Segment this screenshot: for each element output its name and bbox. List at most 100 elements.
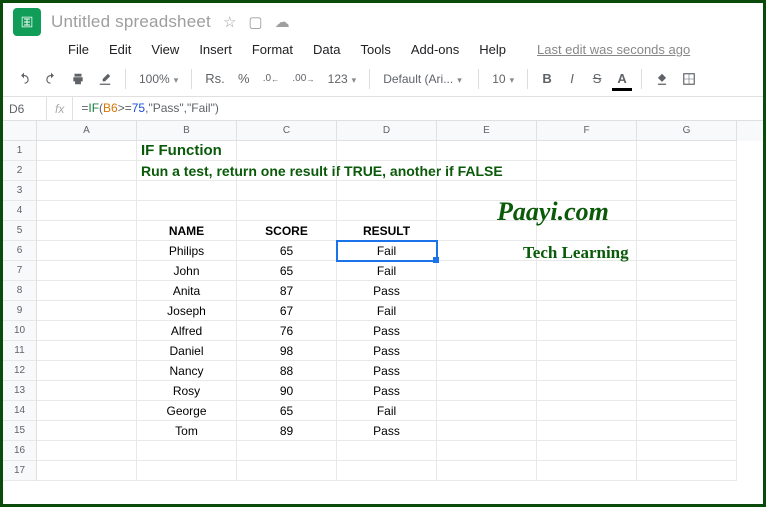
cell-C10[interactable]: 76 xyxy=(237,321,337,341)
cell-F11[interactable] xyxy=(537,341,637,361)
cell-G7[interactable] xyxy=(637,261,737,281)
cell-B12[interactable]: Nancy xyxy=(137,361,237,381)
cell-B6[interactable]: Philips xyxy=(137,241,237,261)
cell-A4[interactable] xyxy=(37,201,137,221)
cell-A2[interactable] xyxy=(37,161,137,181)
cell-G14[interactable] xyxy=(637,401,737,421)
formula-input[interactable]: =IF(B6>=75,"Pass","Fail") xyxy=(73,101,227,116)
cell-E1[interactable] xyxy=(437,141,537,161)
row-header[interactable]: 5 xyxy=(3,221,36,241)
cell-C12[interactable]: 88 xyxy=(237,361,337,381)
row-header[interactable]: 6 xyxy=(3,241,36,261)
row-header[interactable]: 14 xyxy=(3,401,36,421)
font-size-dropdown[interactable]: 10 xyxy=(488,70,518,88)
cell-E2[interactable] xyxy=(437,161,537,181)
cell-A10[interactable] xyxy=(37,321,137,341)
menu-help[interactable]: Help xyxy=(470,40,515,59)
cell-A8[interactable] xyxy=(37,281,137,301)
cell-D4[interactable] xyxy=(337,201,437,221)
cell-C2[interactable] xyxy=(237,161,337,181)
currency-button[interactable]: Rs. xyxy=(201,68,229,89)
cell-D11[interactable]: Pass xyxy=(337,341,437,361)
cell-E6[interactable] xyxy=(437,241,537,261)
row-header[interactable]: 13 xyxy=(3,381,36,401)
row-header[interactable]: 16 xyxy=(3,441,36,461)
cell-G1[interactable] xyxy=(637,141,737,161)
row-header[interactable]: 2 xyxy=(3,161,36,181)
cell-G17[interactable] xyxy=(637,461,737,481)
text-color-button[interactable]: A xyxy=(612,68,632,89)
cell-D13[interactable]: Pass xyxy=(337,381,437,401)
zoom-dropdown[interactable]: 100% xyxy=(135,70,182,88)
cell-D16[interactable] xyxy=(337,441,437,461)
row-header[interactable]: 11 xyxy=(3,341,36,361)
strikethrough-button[interactable]: S xyxy=(587,68,607,89)
col-header[interactable]: C xyxy=(237,121,337,141)
cell-B11[interactable]: Daniel xyxy=(137,341,237,361)
cells-area[interactable]: IF FunctionRun a test, return one result… xyxy=(37,141,763,481)
cell-D7[interactable]: Fail xyxy=(337,261,437,281)
percent-button[interactable]: % xyxy=(234,68,254,89)
cell-B17[interactable] xyxy=(137,461,237,481)
menu-addons[interactable]: Add-ons xyxy=(402,40,468,59)
cell-B16[interactable] xyxy=(137,441,237,461)
cell-F13[interactable] xyxy=(537,381,637,401)
cell-D10[interactable]: Pass xyxy=(337,321,437,341)
decrease-decimal-button[interactable]: .0← xyxy=(259,70,284,87)
cell-E15[interactable] xyxy=(437,421,537,441)
cell-C5[interactable]: SCORE xyxy=(237,221,337,241)
cell-C4[interactable] xyxy=(237,201,337,221)
cell-G4[interactable] xyxy=(637,201,737,221)
cell-D1[interactable] xyxy=(337,141,437,161)
cell-G12[interactable] xyxy=(637,361,737,381)
cell-F2[interactable] xyxy=(537,161,637,181)
menu-data[interactable]: Data xyxy=(304,40,349,59)
cell-F7[interactable] xyxy=(537,261,637,281)
row-header[interactable]: 8 xyxy=(3,281,36,301)
col-header[interactable]: E xyxy=(437,121,537,141)
increase-decimal-button[interactable]: .00→ xyxy=(288,70,318,87)
menu-file[interactable]: File xyxy=(59,40,98,59)
cell-D3[interactable] xyxy=(337,181,437,201)
cell-E12[interactable] xyxy=(437,361,537,381)
cell-F10[interactable] xyxy=(537,321,637,341)
cell-A15[interactable] xyxy=(37,421,137,441)
cell-A7[interactable] xyxy=(37,261,137,281)
cell-C7[interactable]: 65 xyxy=(237,261,337,281)
cell-E16[interactable] xyxy=(437,441,537,461)
col-header[interactable]: D xyxy=(337,121,437,141)
print-button[interactable] xyxy=(67,69,89,89)
row-header[interactable]: 9 xyxy=(3,301,36,321)
row-header[interactable]: 17 xyxy=(3,461,36,481)
cell-A14[interactable] xyxy=(37,401,137,421)
cell-B1[interactable]: IF Function xyxy=(137,141,237,161)
row-header[interactable]: 3 xyxy=(3,181,36,201)
cell-A11[interactable] xyxy=(37,341,137,361)
cell-C17[interactable] xyxy=(237,461,337,481)
cell-B10[interactable]: Alfred xyxy=(137,321,237,341)
font-dropdown[interactable]: Default (Ari... xyxy=(379,70,469,88)
cell-G6[interactable] xyxy=(637,241,737,261)
cell-D17[interactable] xyxy=(337,461,437,481)
cell-F17[interactable] xyxy=(537,461,637,481)
italic-button[interactable]: I xyxy=(562,68,582,89)
cell-E9[interactable] xyxy=(437,301,537,321)
last-edit-link[interactable]: Last edit was seconds ago xyxy=(537,42,690,57)
cell-B15[interactable]: Tom xyxy=(137,421,237,441)
cell-B5[interactable]: NAME xyxy=(137,221,237,241)
cell-C1[interactable] xyxy=(237,141,337,161)
cell-B13[interactable]: Rosy xyxy=(137,381,237,401)
cloud-icon[interactable]: ☁ xyxy=(275,13,290,31)
cell-A17[interactable] xyxy=(37,461,137,481)
cell-A9[interactable] xyxy=(37,301,137,321)
cell-F12[interactable] xyxy=(537,361,637,381)
cell-F1[interactable] xyxy=(537,141,637,161)
menu-format[interactable]: Format xyxy=(243,40,302,59)
cell-B8[interactable]: Anita xyxy=(137,281,237,301)
name-box[interactable]: D6 xyxy=(3,97,47,120)
row-header[interactable]: 7 xyxy=(3,261,36,281)
cell-E13[interactable] xyxy=(437,381,537,401)
cell-G8[interactable] xyxy=(637,281,737,301)
cell-A12[interactable] xyxy=(37,361,137,381)
cell-A6[interactable] xyxy=(37,241,137,261)
